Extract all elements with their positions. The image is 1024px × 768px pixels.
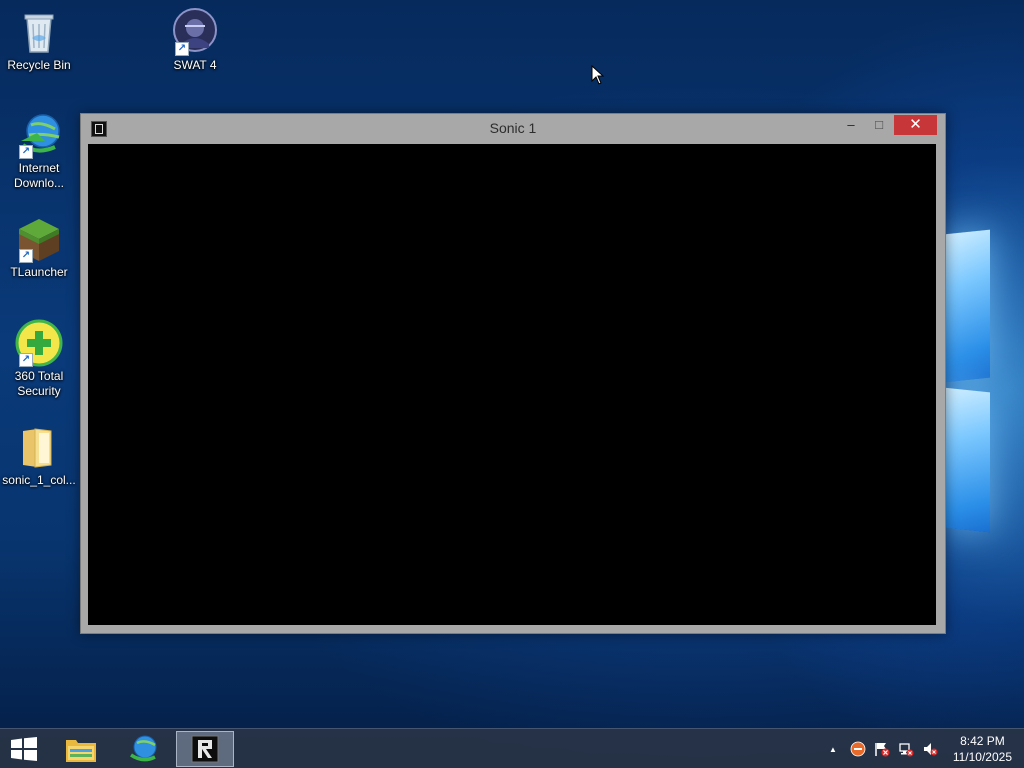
desktop: Recycle Bin ↗ SWAT 4 ↗ Internet Downlo..… xyxy=(0,0,1024,768)
minimize-button[interactable]: – xyxy=(837,115,865,135)
internet-download-manager-icon xyxy=(130,735,157,762)
swat4-icon: ↗ xyxy=(171,8,219,56)
close-button[interactable]: ✕ xyxy=(894,115,937,135)
minimize-icon: – xyxy=(847,117,855,132)
shortcut-arrow-icon: ↗ xyxy=(19,353,33,367)
file-explorer-icon xyxy=(66,740,96,762)
desktop-icon-label: sonic_1_col... xyxy=(2,473,76,487)
desktop-icon-sonic-folder[interactable]: sonic_1_col... xyxy=(1,423,77,488)
desktop-icon-label: Recycle Bin xyxy=(7,58,71,72)
mouse-pointer-icon xyxy=(591,64,605,90)
desktop-icon-label: TLauncher xyxy=(10,265,68,279)
desktop-icon-internet-download-manager[interactable]: ↗ Internet Downlo... xyxy=(1,111,77,191)
shortcut-arrow-icon: ↗ xyxy=(19,249,33,263)
window-title: Sonic 1 xyxy=(489,120,537,136)
folder-icon xyxy=(15,423,63,471)
clock-time: 8:42 PM xyxy=(960,734,1005,748)
action-center-flag-icon xyxy=(875,743,890,757)
desktop-icon-label: Internet Downlo... xyxy=(13,161,65,190)
windows-start-icon xyxy=(11,737,37,761)
tray-action-center-button[interactable] xyxy=(872,729,892,768)
sonic-app-icon xyxy=(191,735,219,763)
maximize-icon: ☐ xyxy=(874,120,884,132)
desktop-icon-tlauncher[interactable]: ↗ TLauncher xyxy=(1,215,77,280)
shortcut-arrow-icon: ↗ xyxy=(175,42,189,56)
clock-date: 11/10/2025 xyxy=(952,750,1012,764)
volume-muted-icon xyxy=(924,743,938,756)
sonic-window[interactable]: Sonic 1 – ☐ ✕ xyxy=(80,113,946,634)
desktop-icon-label: 360 Total Security xyxy=(14,369,64,398)
tray-360-security-button[interactable] xyxy=(848,729,868,768)
tray-show-hidden-icons-button[interactable]: ▲ xyxy=(826,729,840,768)
maximize-button[interactable]: ☐ xyxy=(865,115,893,135)
internet-download-manager-icon: ↗ xyxy=(15,111,63,159)
desktop-icon-label: SWAT 4 xyxy=(173,58,217,72)
taskbar-file-explorer-button[interactable] xyxy=(53,731,109,767)
taskbar-sonic-app-button[interactable] xyxy=(176,731,234,767)
taskbar-internet-download-manager-button[interactable] xyxy=(115,731,171,767)
shortcut-arrow-icon: ↗ xyxy=(19,145,33,159)
chevron-up-icon: ▲ xyxy=(829,744,837,754)
tlauncher-icon: ↗ xyxy=(15,215,63,263)
start-button[interactable] xyxy=(0,731,48,767)
desktop-icon-recycle-bin[interactable]: Recycle Bin xyxy=(1,8,77,73)
recycle-bin-icon xyxy=(15,8,63,56)
close-icon: ✕ xyxy=(909,116,922,133)
desktop-icon-swat4[interactable]: ↗ SWAT 4 xyxy=(157,8,233,73)
taskbar-clock[interactable]: 8:42 PM 11/10/2025 xyxy=(953,733,1012,765)
window-title-bar[interactable]: Sonic 1 – ☐ ✕ xyxy=(81,114,945,144)
360-security-tray-icon xyxy=(850,741,866,757)
tray-volume-button[interactable] xyxy=(920,729,940,768)
360-total-security-icon: ↗ xyxy=(15,319,63,367)
game-display-area[interactable] xyxy=(88,144,936,625)
network-icon xyxy=(899,743,914,757)
desktop-icon-360-total-security[interactable]: ↗ 360 Total Security xyxy=(1,319,77,399)
taskbar: ▲ 8:42 PM 11/10/2025 xyxy=(0,728,1024,768)
wallpaper-logo-top-left-pane xyxy=(944,229,990,383)
tray-network-button[interactable] xyxy=(896,729,916,768)
wallpaper-logo-bottom-left-pane xyxy=(944,387,990,533)
